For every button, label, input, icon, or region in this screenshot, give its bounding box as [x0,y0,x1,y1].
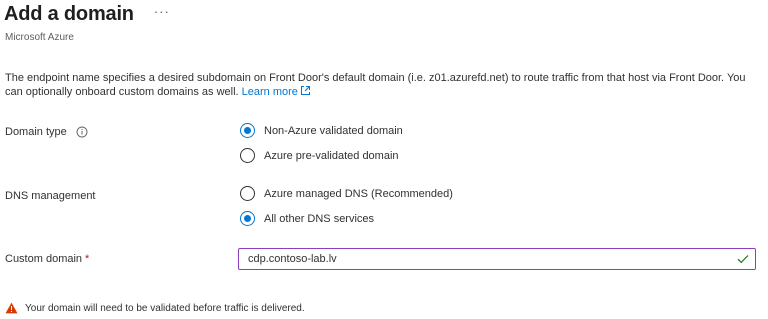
dns-management-label: DNS management [5,190,96,202]
title-row: Add a domain ··· [4,3,170,26]
radio-label: Non-Azure validated domain [264,124,403,137]
info-icon[interactable] [76,126,88,138]
radio-non-azure-validated[interactable]: Non-Azure validated domain [240,123,403,138]
description: The endpoint name specifies a desired su… [5,71,763,100]
custom-domain-label-text: Custom domain [5,253,83,265]
warning-icon [5,302,18,314]
radio-indicator [240,186,255,201]
radio-indicator [240,123,255,138]
radio-label: Azure pre-validated domain [264,149,399,162]
required-marker: * [85,253,90,265]
custom-domain-input[interactable] [248,253,737,265]
learn-more-link[interactable]: Learn more [242,86,311,98]
domain-type-label-text: Domain type [5,126,67,138]
custom-domain-field[interactable] [238,248,756,270]
radio-all-other-dns[interactable]: All other DNS services [240,211,374,226]
domain-type-label: Domain type [5,126,88,138]
custom-domain-label: Custom domain * [5,253,89,265]
learn-more-label: Learn more [241,86,298,98]
page-title: Add a domain [4,3,134,25]
ellipsis-icon[interactable]: ··· [154,4,170,19]
description-text: The endpoint name specifies a desired su… [5,72,746,98]
radio-indicator [240,211,255,226]
checkmark-icon [737,254,749,264]
radio-azure-pre-validated[interactable]: Azure pre-validated domain [240,148,399,163]
radio-azure-managed-dns[interactable]: Azure managed DNS (Recommended) [240,186,453,201]
radio-label: All other DNS services [264,212,375,225]
dns-management-label-text: DNS management [5,190,96,202]
warning-text: Your domain will need to be validated be… [25,302,305,314]
radio-label: Azure managed DNS (Recommended) [264,187,453,200]
warning-message: Your domain will need to be validated be… [5,302,305,314]
page-subtitle: Microsoft Azure [5,32,74,43]
external-link-icon [300,85,311,100]
radio-indicator [240,148,255,163]
